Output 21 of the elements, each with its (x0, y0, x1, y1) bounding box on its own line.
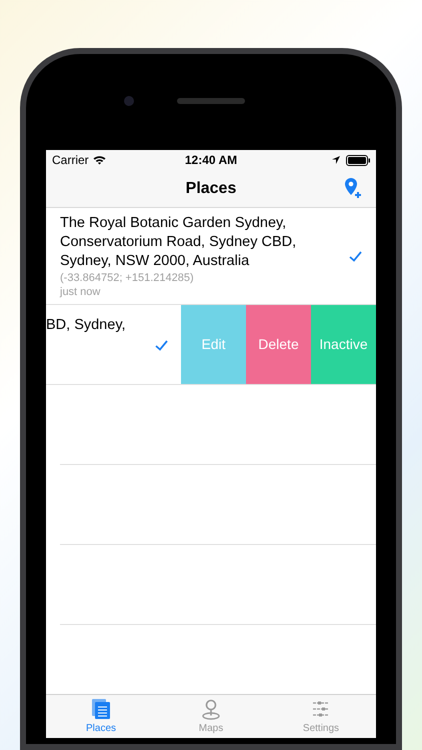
speaker-grille (177, 98, 245, 104)
tab-item[interactable]: Maps (156, 695, 266, 738)
tab-item[interactable]: Settings (266, 695, 376, 738)
documents-icon (91, 698, 111, 720)
place-name: BD, Sydney, (46, 316, 126, 335)
screen-title: Places (186, 178, 236, 198)
coordinates-label: (-33.864752; +151.214285) (60, 270, 195, 284)
place-name: The Royal Botanic Garden Sydney, Conservatorium Road, Sydney CBD, Sydney, NSW 2000, Australia (60, 214, 298, 270)
status-time: 12:40 AM (184, 152, 238, 169)
tab-item[interactable]: Places (46, 695, 156, 738)
time-label: just now (60, 284, 102, 298)
swipe-action-button[interactable]: Edit (181, 305, 246, 384)
swipe-action-button[interactable]: Delete (246, 305, 311, 384)
location-arrow-icon (332, 156, 340, 164)
map-pin-icon (201, 698, 221, 720)
add-location-icon[interactable] (344, 177, 362, 199)
battery-icon (346, 154, 370, 166)
swipe-action-button[interactable]: Inactive (311, 305, 376, 384)
carrier-label: Carrier (52, 152, 89, 169)
wifi-icon (92, 155, 106, 165)
camera-icon (124, 96, 134, 106)
